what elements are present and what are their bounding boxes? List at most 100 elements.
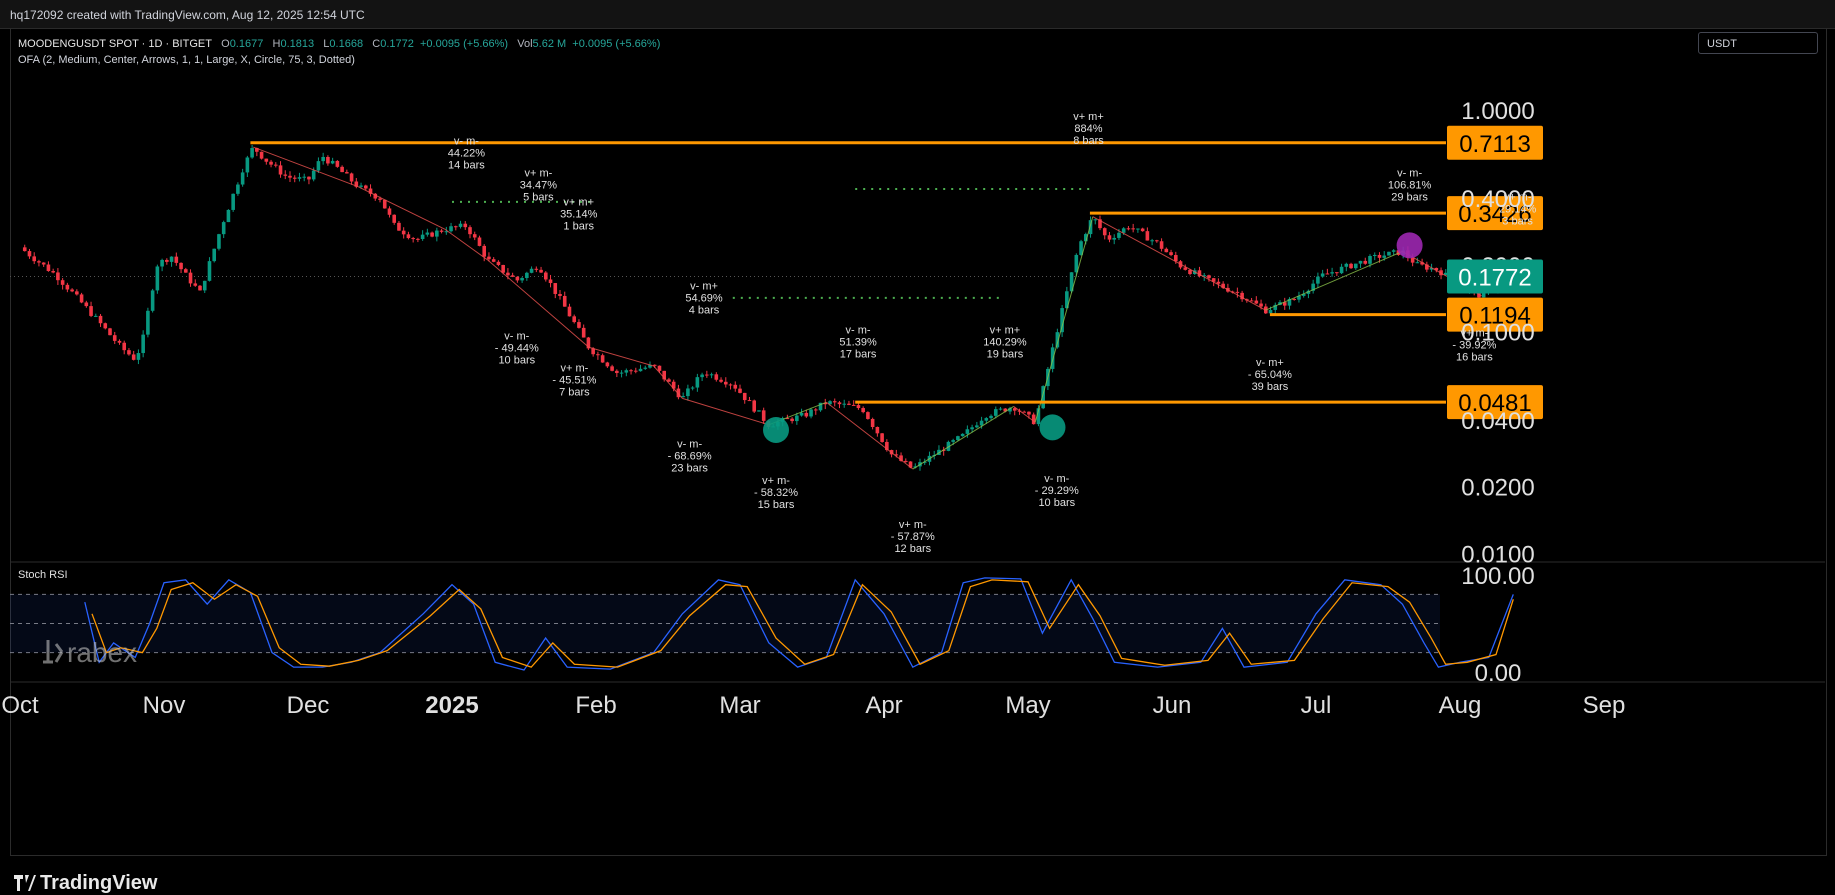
- swing-annotation: - 45.51%: [552, 375, 596, 387]
- candle: [1150, 240, 1154, 242]
- candle: [1368, 255, 1372, 264]
- candle: [979, 420, 984, 426]
- candle: [27, 251, 32, 257]
- time-axis-tick[interactable]: May: [1005, 692, 1050, 719]
- tradingview-logo-icon: [14, 875, 36, 891]
- candle: [477, 237, 482, 246]
- swing-annotation: 35.14%: [560, 209, 598, 221]
- candle: [269, 161, 273, 165]
- stoch-axis-tick[interactable]: 0.00: [1475, 660, 1522, 687]
- swing-annotation: 16 bars: [1456, 352, 1493, 364]
- time-axis-tick[interactable]: Nov: [143, 692, 186, 719]
- candle: [761, 410, 766, 421]
- close-label: C: [372, 38, 381, 50]
- currency-selector[interactable]: USDT: [1698, 32, 1818, 54]
- candle: [1112, 237, 1117, 240]
- candle: [487, 256, 491, 260]
- stoch-title[interactable]: Stoch RSI: [18, 569, 68, 581]
- candle: [1254, 300, 1259, 304]
- candle: [539, 269, 543, 273]
- chart-canvas[interactable]: 0.71130.34260.11940.0481v- m-44.22%14 ba…: [0, 0, 1835, 892]
- time-axis-tick[interactable]: Jun: [1153, 692, 1192, 719]
- candle: [728, 384, 733, 386]
- level-price-label: 0.7113: [1459, 131, 1531, 158]
- ofa-circle-marker[interactable]: [1396, 232, 1423, 259]
- time-axis-tick[interactable]: Mar: [719, 692, 760, 719]
- swing-annotation: 29 bars: [1391, 192, 1428, 204]
- candle: [596, 354, 600, 356]
- candle: [1093, 219, 1098, 221]
- candle: [155, 266, 160, 291]
- candle: [1387, 251, 1391, 256]
- candle: [288, 175, 292, 178]
- candle: [903, 460, 908, 462]
- candle: [387, 208, 392, 215]
- candle: [686, 388, 690, 397]
- price-axis-tick[interactable]: 0.0400: [1461, 408, 1534, 435]
- time-axis-tick[interactable]: Jul: [1301, 692, 1332, 719]
- time-axis-tick[interactable]: Apr: [865, 692, 902, 719]
- candle: [567, 306, 572, 317]
- swing-annotation: - 68.69%: [668, 451, 712, 463]
- candle: [1268, 309, 1273, 314]
- candle: [1259, 303, 1263, 307]
- candle: [866, 412, 870, 419]
- stoch-axis-tick[interactable]: 100.00: [1461, 563, 1534, 590]
- candle: [719, 379, 723, 382]
- swing-annotation: - 57.87%: [891, 531, 935, 543]
- candle: [1415, 262, 1420, 264]
- price-axis-tick[interactable]: 1.0000: [1461, 98, 1534, 125]
- candle: [496, 261, 501, 265]
- swing-annotation: - 65.04%: [1248, 369, 1292, 381]
- time-axis-tick[interactable]: Feb: [575, 692, 616, 719]
- candle: [993, 409, 998, 416]
- candle: [581, 327, 586, 338]
- candle: [411, 238, 415, 240]
- candle: [643, 367, 648, 369]
- candle: [316, 161, 321, 171]
- candle: [605, 362, 610, 367]
- swing-annotation: 7 bars: [559, 387, 590, 399]
- price-axis-tick[interactable]: 0.4000: [1461, 186, 1534, 213]
- candle: [98, 315, 103, 324]
- candle: [600, 355, 605, 363]
- swing-annotation: v- m-: [1044, 473, 1069, 485]
- indicator-label[interactable]: OFA (2, Medium, Center, Arrows, 1, 1, La…: [18, 54, 355, 66]
- candle: [136, 353, 141, 360]
- time-axis-tick[interactable]: Aug: [1439, 692, 1482, 719]
- candle: [799, 412, 804, 416]
- candle: [1292, 298, 1297, 300]
- swing-annotation: 884%: [1074, 123, 1102, 135]
- ofa-circle-marker[interactable]: [763, 416, 789, 443]
- candle: [202, 280, 207, 291]
- candle: [401, 230, 406, 235]
- candle: [453, 226, 458, 228]
- ofa-circle-marker[interactable]: [1039, 414, 1066, 441]
- price-axis-tick[interactable]: 0.0200: [1461, 475, 1534, 502]
- swing-annotation: v+ m-: [524, 168, 552, 180]
- time-axis-tick[interactable]: 2025: [425, 692, 478, 719]
- candle: [610, 366, 614, 371]
- candle: [335, 160, 340, 167]
- candle: [236, 184, 240, 194]
- candle: [1173, 255, 1178, 262]
- time-axis-tick[interactable]: Dec: [287, 692, 330, 719]
- candle: [37, 261, 41, 263]
- time-axis-tick[interactable]: Sep: [1583, 692, 1626, 719]
- candle: [638, 368, 643, 372]
- candle: [75, 291, 79, 295]
- candle: [742, 392, 747, 401]
- time-axis-tick[interactable]: Oct: [1, 692, 39, 719]
- swing-annotation: 51.39%: [839, 337, 877, 349]
- candle: [690, 387, 695, 389]
- symbol-name[interactable]: MOODENGUSDT SPOT · 1D · BITGET: [18, 38, 212, 50]
- candle: [311, 170, 316, 180]
- candle: [709, 374, 714, 376]
- candle: [112, 335, 117, 341]
- candle: [146, 310, 150, 335]
- candle: [278, 165, 283, 175]
- price-axis-tick[interactable]: 0.1000: [1461, 320, 1534, 347]
- candle: [813, 409, 818, 411]
- candle: [1031, 414, 1036, 425]
- candle: [169, 256, 174, 262]
